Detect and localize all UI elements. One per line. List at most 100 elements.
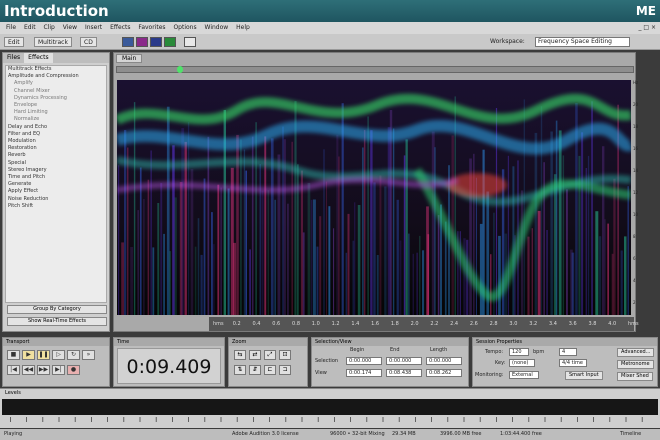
- spectral-pan-icon[interactable]: [150, 37, 162, 47]
- menu-options[interactable]: Options: [173, 24, 196, 31]
- effects-tree-item[interactable]: Envelope: [6, 102, 106, 109]
- spectral-streak: [604, 219, 606, 315]
- effects-tree-item[interactable]: Noise Reduction: [6, 196, 106, 203]
- selection-begin-field[interactable]: 0:00.000: [346, 357, 382, 365]
- play-icon[interactable]: ▶: [22, 350, 35, 360]
- toggle-icon[interactable]: [184, 37, 196, 47]
- effects-tree-item[interactable]: Modulation: [6, 138, 106, 145]
- loop-icon[interactable]: ↻: [67, 350, 80, 360]
- monitoring-select[interactable]: External: [509, 371, 539, 379]
- effects-tree-item[interactable]: Filter and EQ: [6, 131, 106, 138]
- zoom-out-horizontal-icon[interactable]: ⇄: [249, 350, 261, 360]
- spectral-streak: [527, 236, 530, 315]
- selection-length-field[interactable]: 0:00.000: [426, 357, 462, 365]
- effects-tree-item[interactable]: Restoration: [6, 145, 106, 152]
- level-tick: [285, 417, 287, 422]
- spectral-frequency-icon[interactable]: [136, 37, 148, 47]
- go-to-end-icon[interactable]: ▶|: [52, 365, 65, 375]
- menu-favorites[interactable]: Favorites: [138, 24, 165, 31]
- rewind-icon[interactable]: ◀◀: [22, 365, 35, 375]
- effects-tree-item[interactable]: Delay and Echo: [6, 124, 106, 131]
- beats-field[interactable]: 4: [559, 348, 577, 356]
- zoom-left-edge-icon[interactable]: ⊏: [264, 365, 276, 375]
- view-begin-field[interactable]: 0:00.174: [346, 369, 382, 377]
- spectral-streak: [403, 155, 406, 315]
- tab-files[interactable]: Files: [3, 53, 24, 63]
- menu-help[interactable]: Help: [236, 24, 250, 31]
- spectral-streak: [194, 246, 197, 315]
- fast-forward-icon[interactable]: ▶▶: [37, 365, 50, 375]
- window-controls[interactable]: _ □ ×: [638, 22, 656, 34]
- spectral-phase-icon[interactable]: [164, 37, 176, 47]
- zoom-right-edge-icon[interactable]: ⊐: [279, 365, 291, 375]
- spectral-streak: [405, 139, 408, 315]
- effects-tree-item[interactable]: Multitrack Effects: [6, 66, 106, 73]
- session-header: Session Properties: [473, 338, 657, 346]
- effects-tree-item[interactable]: Amplitude and Compression: [6, 73, 106, 80]
- effects-tree-item[interactable]: Stereo Imagery: [6, 167, 106, 174]
- zoom-selection-icon[interactable]: ⊡: [279, 350, 291, 360]
- ruler-tick: 2.6: [469, 321, 478, 327]
- play-from-cursor-icon[interactable]: ▷: [52, 350, 65, 360]
- time-signature-select[interactable]: 4/4 time: [559, 359, 587, 367]
- zoom-in-horizontal-icon[interactable]: ⇆: [234, 350, 246, 360]
- effects-tree-item[interactable]: Generate: [6, 181, 106, 188]
- tab-effects[interactable]: Effects: [24, 53, 53, 63]
- advanced-button[interactable]: Advanced...: [617, 348, 655, 357]
- menu-edit[interactable]: Edit: [24, 24, 36, 31]
- time-ruler[interactable]: hms 0.2 0.4 0.6 0.8 1.0 1.2 1.4 1.6 1.8 2.0 2.2 2.4 2…: [209, 317, 639, 331]
- stop-icon[interactable]: ■: [7, 350, 20, 360]
- level-tick: [91, 417, 92, 422]
- tab-main[interactable]: Main: [116, 54, 143, 63]
- level-tick: [74, 417, 76, 422]
- ruler-tick: 2.2: [430, 321, 439, 327]
- selection-header: Selection/View: [312, 338, 468, 346]
- cd-view-button[interactable]: CD: [80, 37, 97, 47]
- effects-tree-item[interactable]: Channel Mixer: [6, 88, 106, 95]
- spectral-streak: [197, 218, 200, 315]
- edit-view-button[interactable]: Edit: [4, 37, 24, 47]
- tempo-field[interactable]: 120: [509, 348, 529, 356]
- overview-scrollbar[interactable]: [116, 66, 634, 73]
- spectral-streak: [233, 242, 236, 315]
- zoom-in-vertical-icon[interactable]: ⇅: [234, 365, 246, 375]
- zoom-out-vertical-icon[interactable]: ⇵: [249, 365, 261, 375]
- menu-effects[interactable]: Effects: [110, 24, 130, 31]
- playhead-marker[interactable]: [177, 66, 183, 73]
- selection-end-field[interactable]: 0:00.000: [386, 357, 422, 365]
- pause-icon[interactable]: ❚❚: [37, 350, 50, 360]
- effects-tree-item[interactable]: Hard Limiting: [6, 109, 106, 116]
- effects-tree-item[interactable]: Dynamics Processing: [6, 95, 106, 102]
- menu-window[interactable]: Window: [205, 24, 229, 31]
- effects-tree-item[interactable]: Time and Pitch: [6, 174, 106, 181]
- metronome-button[interactable]: Metronome: [617, 360, 654, 369]
- effects-tree-item[interactable]: Reverb: [6, 152, 106, 159]
- ruler-tick: 1.6: [371, 321, 380, 327]
- effects-tree-item[interactable]: Normalize: [6, 116, 106, 123]
- waveform-view-icon[interactable]: [122, 37, 134, 47]
- record-icon[interactable]: ●: [67, 365, 80, 375]
- go-to-start-icon[interactable]: |◀: [7, 365, 20, 375]
- effects-tree-item[interactable]: Amplify: [6, 80, 106, 87]
- spectral-streak: [181, 128, 185, 315]
- status-size: 29.34 MB: [392, 431, 416, 437]
- group-by-category-button[interactable]: Group By Category: [7, 305, 107, 314]
- spectral-display[interactable]: [117, 80, 631, 315]
- menu-view[interactable]: View: [63, 24, 77, 31]
- show-realtime-effects-button[interactable]: Show Real-Time Effects: [7, 317, 107, 326]
- effects-tree-item[interactable]: Apply Effect: [6, 188, 106, 195]
- multitrack-view-button[interactable]: Multitrack: [34, 37, 72, 47]
- effects-tree-item[interactable]: Pitch Shift: [6, 203, 106, 210]
- menu-file[interactable]: File: [6, 24, 16, 31]
- view-length-field[interactable]: 0:08.262: [426, 369, 462, 377]
- mixer-shed-button[interactable]: Mixer Shed: [617, 372, 653, 381]
- zoom-full-icon[interactable]: ⤢: [264, 350, 276, 360]
- view-end-field[interactable]: 0:08.438: [386, 369, 422, 377]
- key-select[interactable]: (none): [509, 359, 535, 367]
- workspace-select[interactable]: Frequency Space Editing: [535, 37, 630, 47]
- menu-insert[interactable]: Insert: [85, 24, 102, 31]
- effects-tree-item[interactable]: Special: [6, 160, 106, 167]
- menu-clip[interactable]: Clip: [44, 24, 55, 31]
- smart-input-button[interactable]: Smart Input: [565, 371, 603, 380]
- skip-icon[interactable]: »: [82, 350, 95, 360]
